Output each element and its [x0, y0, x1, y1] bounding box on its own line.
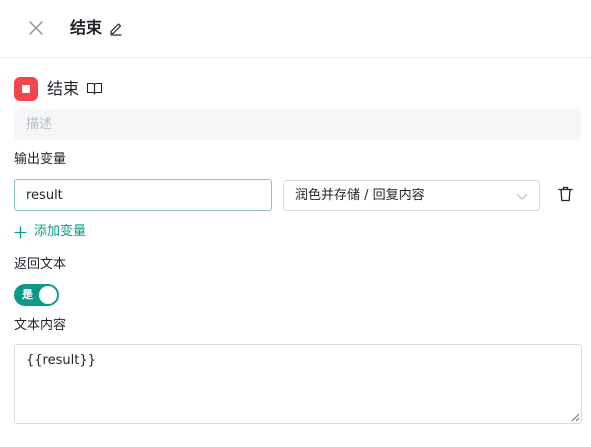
description-input[interactable] — [14, 109, 581, 140]
text-content-textarea[interactable]: {{result}} — [14, 344, 582, 424]
stop-square-icon — [14, 77, 38, 101]
variable-source-value: 润色并存储 / 回复内容 — [295, 188, 425, 203]
chevron-down-icon — [516, 193, 528, 200]
return-text-toggle[interactable]: 是 — [14, 284, 59, 306]
plus-icon — [14, 226, 27, 239]
node-title: 结束 — [47, 79, 80, 98]
variable-source-select[interactable]: 润色并存储 / 回复内容 — [283, 180, 540, 211]
close-icon[interactable] — [26, 18, 46, 38]
add-variable-label: 添加变量 — [34, 224, 87, 239]
panel-title: 结束 — [70, 18, 103, 37]
panel-header: 结束 — [0, 0, 591, 58]
toggle-knob — [39, 286, 57, 304]
pencil-icon[interactable] — [108, 20, 124, 36]
text-content-label: 文本内容 — [14, 318, 67, 333]
book-icon[interactable] — [86, 81, 103, 96]
toggle-label: 是 — [22, 288, 33, 301]
variable-name-input[interactable] — [14, 179, 272, 211]
output-vars-label: 输出变量 — [14, 152, 67, 167]
trash-icon[interactable] — [558, 186, 573, 202]
return-text-label: 返回文本 — [14, 257, 67, 272]
